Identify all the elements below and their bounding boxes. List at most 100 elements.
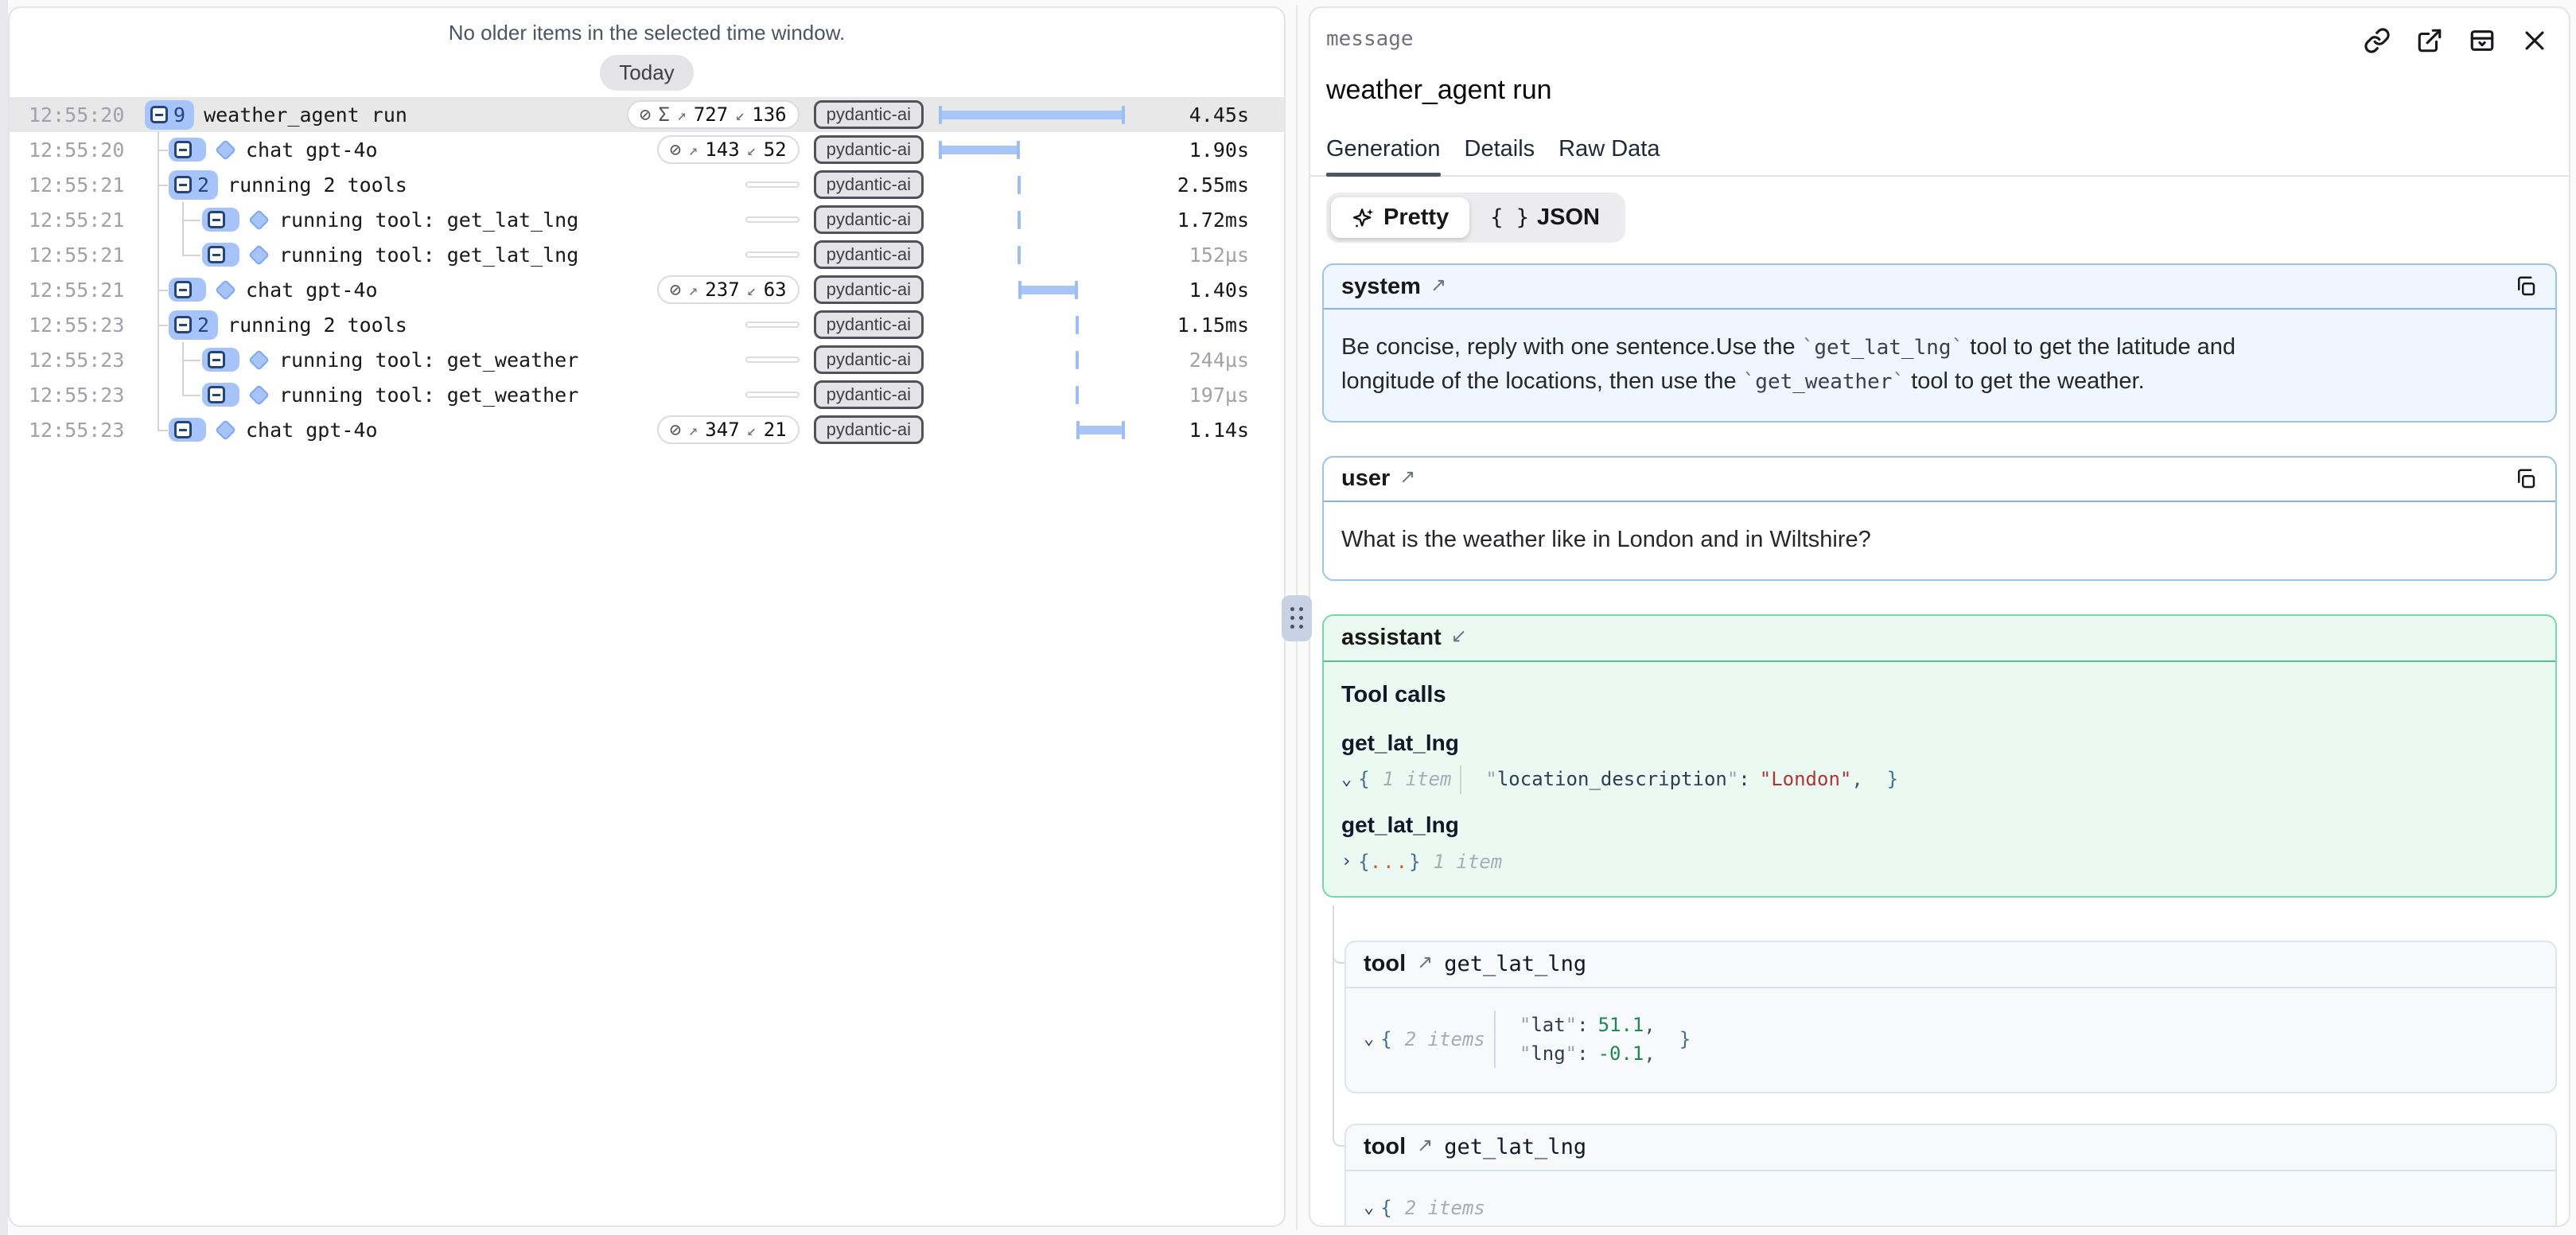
span-diamond-icon: [215, 419, 236, 441]
span-label: running tool: get_weather: [279, 384, 578, 407]
input-tokens-arrow-icon: ↗: [688, 280, 698, 299]
child-count: 9: [173, 103, 185, 127]
output-tokens-arrow-icon: ↙: [747, 280, 757, 299]
collapse-count-chip[interactable]: [202, 348, 239, 372]
span-title: weather_agent run: [1310, 54, 2569, 106]
trace-row[interactable]: 12:55:21 running tool: get_lat_lng pydan…: [10, 237, 1284, 272]
scope-badge: pydantic-ai: [814, 415, 924, 444]
scope-badge: pydantic-ai: [814, 100, 924, 129]
collapse-count-chip[interactable]: [202, 383, 239, 407]
item-count-label: 1 item: [1434, 848, 1503, 877]
input-tokens-arrow-icon: ↗: [688, 420, 698, 439]
child-count: 2: [197, 173, 209, 197]
copy-icon[interactable]: [2514, 275, 2538, 298]
row-timestamp: 12:55:21: [29, 208, 134, 232]
span-duration: 1.14s: [1138, 419, 1249, 442]
open-in-new-icon[interactable]: [2416, 27, 2443, 54]
token-usage-badge: [745, 321, 800, 328]
json-value: -0.1: [1598, 1042, 1644, 1065]
trace-panel: No older items in the selected time wind…: [8, 6, 1286, 1227]
scope-badge: pydantic-ai: [814, 275, 924, 304]
trace-row[interactable]: 12:55:23 chat gpt-4o ⊘ ↗ 347 ↙ 21 pydant…: [10, 412, 1284, 447]
caret-icon[interactable]: ⌄: [1364, 1029, 1374, 1049]
tab-generation[interactable]: Generation: [1326, 136, 1441, 175]
collapse-count-chip[interactable]: 9: [145, 100, 194, 130]
trace-row[interactable]: 12:55:20 9 weather_agent run ⊘ Σ ↗ 727 ↙…: [10, 97, 1284, 132]
panel-resize-handle[interactable]: [1282, 595, 1312, 641]
row-timestamp: 12:55:21: [29, 173, 134, 197]
span-duration: 197µs: [1138, 384, 1249, 407]
timeline-cell: [940, 237, 1128, 272]
no-older-items-notice: No older items in the selected time wind…: [10, 8, 1284, 45]
pretty-toggle[interactable]: Pretty: [1331, 197, 1469, 238]
collapse-count-chip[interactable]: [202, 208, 239, 232]
tool-result-header: tool ↗ get_lat_lng: [1346, 942, 2555, 988]
span-diamond-icon: [215, 139, 236, 161]
dock-panel-icon[interactable]: [2469, 27, 2496, 54]
span-duration: 4.45s: [1138, 103, 1249, 127]
row-timestamp: 12:55:23: [29, 314, 134, 337]
left-scrollbar[interactable]: [0, 0, 8, 1235]
today-button[interactable]: Today: [600, 55, 693, 91]
collapse-icon: [208, 246, 225, 263]
tool-kind-label: tool: [1364, 1134, 1406, 1160]
trace-row[interactable]: 12:55:23 running tool: get_weather pydan…: [10, 377, 1284, 412]
caret-icon[interactable]: ⌄: [1341, 767, 1352, 793]
json-key: lng: [1531, 1042, 1565, 1065]
caret-icon[interactable]: ›: [1341, 849, 1352, 875]
collapse-count-chip[interactable]: [169, 278, 206, 302]
trace-row[interactable]: 12:55:21 chat gpt-4o ⊘ ↗ 237 ↙ 63 pydant…: [10, 272, 1284, 307]
user-message-text: What is the weather like in London and i…: [1324, 502, 2555, 579]
sent-arrow-icon: ↗: [1399, 466, 1415, 489]
sparkle-icon: [1352, 206, 1376, 230]
user-message-card: user ↗ What is the weather like in Londo…: [1322, 456, 2557, 581]
trace-row[interactable]: 12:55:21 2 running 2 tools pydantic-ai 2…: [10, 167, 1284, 202]
trace-row[interactable]: 12:55:20 chat gpt-4o ⊘ ↗ 143 ↙ 52 pydant…: [10, 132, 1284, 167]
close-icon[interactable]: [2521, 27, 2548, 54]
tab-raw-data[interactable]: Raw Data: [1558, 136, 1660, 175]
collapse-icon: [174, 176, 192, 193]
trace-row[interactable]: 12:55:23 2 running 2 tools pydantic-ai 1…: [10, 307, 1284, 342]
json-toggle[interactable]: { } JSON: [1469, 197, 1621, 238]
scope-badge: pydantic-ai: [814, 380, 924, 409]
span-label: running tool: get_weather: [279, 349, 578, 372]
collapse-count-chip[interactable]: [169, 138, 206, 162]
token-usage-badge: ⊘ Σ ↗ 727 ↙ 136: [627, 100, 800, 129]
span-diamond-icon: [248, 349, 270, 371]
child-count: 2: [197, 314, 209, 337]
inline-code: get_lat_lng: [1802, 336, 1964, 360]
copy-link-icon[interactable]: [2364, 27, 2391, 54]
sent-arrow-icon: ↗: [1417, 951, 1433, 974]
span-label: running 2 tools: [228, 173, 407, 197]
collapse-icon: [150, 106, 168, 123]
trace-row[interactable]: 12:55:23 running tool: get_weather pydan…: [10, 342, 1284, 377]
caret-icon[interactable]: ⌄: [1364, 1198, 1374, 1217]
collapse-count-chip[interactable]: 2: [169, 170, 218, 200]
timeline-cell: [940, 272, 1128, 307]
input-tokens-arrow-icon: ↗: [677, 105, 687, 124]
span-duration: 152µs: [1138, 243, 1249, 267]
tool-result-json: ⌄{2 items: [1346, 1171, 2555, 1228]
copy-icon[interactable]: [2514, 467, 2538, 491]
timeline-cell: [940, 167, 1128, 202]
trace-row[interactable]: 12:55:21 running tool: get_lat_lng pydan…: [10, 202, 1284, 237]
collapse-icon: [174, 421, 192, 438]
scope-badge: pydantic-ai: [814, 345, 924, 374]
system-message-text: Be concise, reply with one sentence.Use …: [1324, 310, 2555, 421]
scope-badge: pydantic-ai: [814, 170, 924, 199]
tab-details[interactable]: Details: [1465, 136, 1535, 175]
detail-tabs: Generation Details Raw Data: [1310, 106, 2569, 177]
json-value: "London": [1760, 766, 1852, 794]
collapse-count-chip[interactable]: 2: [169, 310, 218, 340]
collapse-count-chip[interactable]: [169, 418, 206, 442]
output-tokens: 21: [764, 419, 787, 441]
row-timestamp: 12:55:23: [29, 349, 134, 372]
trace-rows: 12:55:20 9 weather_agent run ⊘ Σ ↗ 727 ↙…: [10, 97, 1284, 447]
input-tokens: 347: [705, 419, 739, 441]
tool-call-args-json: ›{...}1 item: [1341, 848, 2538, 877]
role-label: system: [1341, 274, 1421, 300]
span-duration: 1.40s: [1138, 279, 1249, 302]
token-usage-badge: [745, 181, 800, 188]
span-label: weather_agent run: [204, 103, 407, 127]
collapse-count-chip[interactable]: [202, 243, 239, 267]
